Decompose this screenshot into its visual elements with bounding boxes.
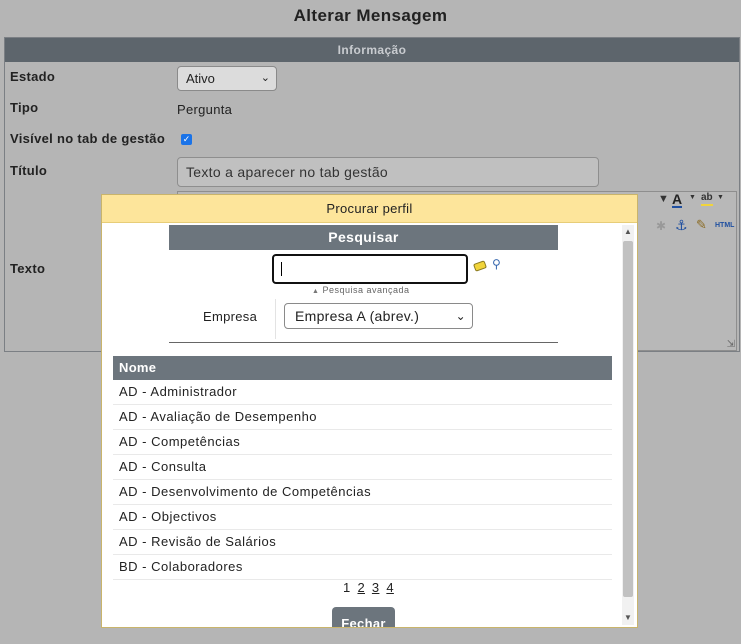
procurar-perfil-modal: Procurar perfil ▲ ▼ Pesquisar ⚲ ▲ Pesquis…: [101, 194, 638, 628]
chevron-down-icon: ⌄: [455, 309, 466, 323]
text-caret: [281, 262, 282, 276]
page-link-4[interactable]: 4: [386, 580, 394, 595]
list-item[interactable]: AD - Objectivos: [113, 505, 612, 530]
page-link-3[interactable]: 3: [372, 580, 380, 595]
special-char-icon[interactable]: ✱: [656, 219, 666, 233]
list-item[interactable]: AD - Avaliação de Desempenho: [113, 405, 612, 430]
resize-handle-icon[interactable]: ⇲: [727, 339, 735, 350]
titulo-input[interactable]: Texto a aparecer no tab gestão: [177, 157, 599, 187]
current-page: 1: [343, 580, 351, 595]
search-panel: Pesquisar ⚲ ▲ Pesquisa avançada Empresa E…: [169, 225, 558, 343]
page-title: Alterar Mensagem: [293, 6, 448, 25]
list-item[interactable]: BD - Colaboradores: [113, 555, 612, 580]
triangle-up-icon: ▲: [312, 288, 320, 295]
highlight-dropdown-icon[interactable]: ▼: [717, 194, 724, 201]
estado-value: Ativo: [186, 71, 215, 86]
search-icon[interactable]: ⚲: [492, 257, 501, 271]
scroll-down-icon[interactable]: ▼: [622, 611, 634, 625]
close-button[interactable]: Fechar: [332, 607, 395, 627]
panel-header: Informação: [5, 38, 739, 62]
advanced-search-label: Pesquisa avançada: [322, 285, 410, 295]
tipo-value: Pergunta: [177, 102, 233, 117]
modal-scrollbar[interactable]: ▲ ▼: [622, 225, 634, 625]
estado-label: Estado: [10, 69, 56, 84]
html-source-icon[interactable]: HTML: [715, 222, 734, 229]
list-item[interactable]: AD - Revisão de Salários: [113, 530, 612, 555]
highlight-icon[interactable]: ab: [701, 192, 713, 206]
estado-select[interactable]: Ativo ⌄: [177, 66, 277, 91]
search-title: Pesquisar: [169, 225, 558, 250]
empresa-select[interactable]: Empresa A (abrev.) ⌄: [284, 303, 473, 329]
empresa-label: Empresa: [203, 309, 258, 324]
font-color-dropdown-icon[interactable]: ▼: [689, 194, 696, 201]
titulo-label: Título: [10, 163, 48, 178]
eraser-icon[interactable]: [472, 260, 488, 272]
list-item[interactable]: AD - Consulta: [113, 455, 612, 480]
divider: [275, 299, 276, 339]
anchor-icon[interactable]: ⚓: [675, 217, 688, 234]
visivel-checkbox[interactable]: ✓: [181, 134, 192, 145]
pagination: 1 2 3 4: [343, 580, 394, 595]
scroll-up-icon[interactable]: ▲: [622, 225, 634, 239]
modal-title: Procurar perfil: [102, 195, 637, 223]
font-color-icon[interactable]: A: [672, 192, 683, 208]
visivel-label: Visível no tab de gestão: [10, 131, 166, 146]
texto-label: Texto: [10, 261, 46, 276]
results-list: AD - Administrador AD - Avaliação de Des…: [113, 380, 612, 580]
tipo-label: Tipo: [10, 100, 39, 115]
toolbar-dropdown-icon[interactable]: ▼: [658, 193, 669, 205]
advanced-search-link[interactable]: ▲ Pesquisa avançada: [312, 285, 410, 295]
list-item[interactable]: AD - Desenvolvimento de Competências: [113, 480, 612, 505]
scrollbar-thumb[interactable]: [623, 241, 633, 597]
chevron-down-icon: ⌄: [260, 72, 270, 84]
results-column-header: Nome: [113, 356, 612, 380]
list-item[interactable]: AD - Competências: [113, 430, 612, 455]
clean-format-icon[interactable]: ✎: [696, 217, 707, 233]
empresa-value: Empresa A (abrev.): [295, 308, 420, 324]
list-item[interactable]: AD - Administrador: [113, 380, 612, 405]
page-link-2[interactable]: 2: [357, 580, 365, 595]
search-input[interactable]: [272, 254, 468, 284]
